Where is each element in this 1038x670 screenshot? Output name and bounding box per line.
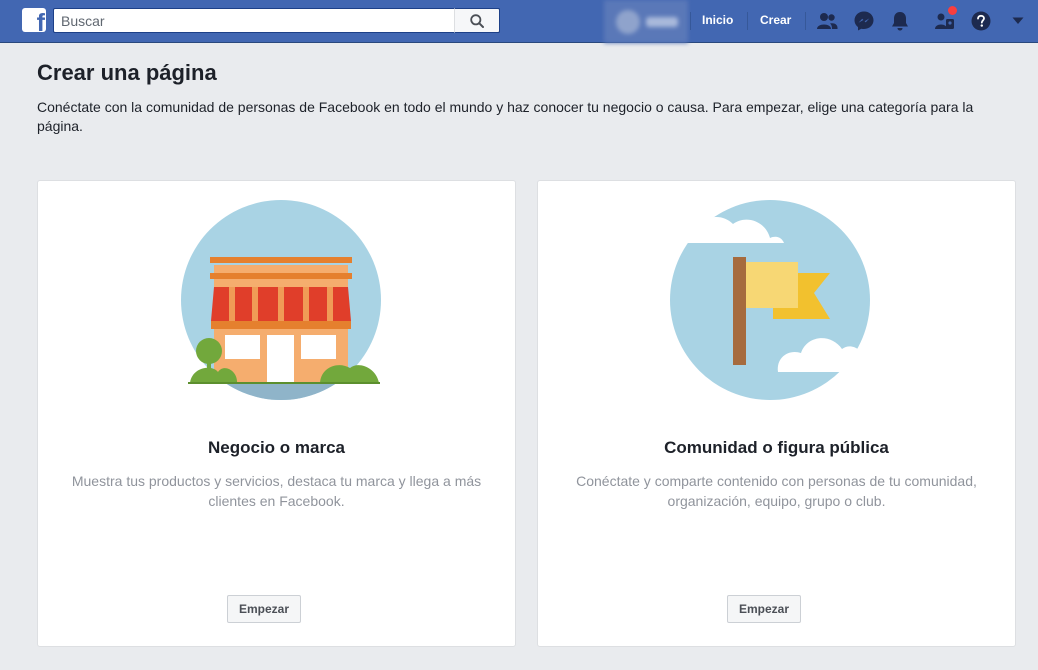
profile-link-blurred[interactable] <box>604 0 688 43</box>
business-card-title: Negocio o marca <box>208 438 345 457</box>
business-brand-card[interactable]: Negocio o marca Muestra tus productos y … <box>37 180 516 647</box>
top-navigation-bar: f Inicio Crear <box>0 0 1038 43</box>
search-icon <box>470 13 484 28</box>
notification-badge <box>948 6 957 15</box>
community-start-button[interactable]: Empezar <box>727 595 802 623</box>
business-card-description: Muestra tus productos y servicios, desta… <box>71 473 482 509</box>
page-title: Crear una página <box>37 60 217 85</box>
nav-divider <box>690 12 691 30</box>
business-start-button[interactable]: Empezar <box>227 595 302 623</box>
profile-name-redacted <box>646 17 678 27</box>
groups-icon[interactable] <box>933 6 957 33</box>
home-link[interactable]: Inicio <box>702 13 733 27</box>
search-input[interactable] <box>54 9 454 32</box>
help-icon[interactable] <box>969 9 993 33</box>
logo-letter: f <box>36 9 45 33</box>
search-box <box>53 8 500 33</box>
community-card-title: Comunidad o figura pública <box>664 438 889 457</box>
nav-divider <box>805 12 806 30</box>
dropdown-icon[interactable] <box>1006 9 1030 33</box>
avatar <box>616 10 640 34</box>
messenger-icon[interactable] <box>852 9 876 33</box>
community-public-figure-card[interactable]: Comunidad o figura pública Conéctate y c… <box>537 180 1016 647</box>
notifications-icon[interactable] <box>888 9 912 33</box>
flag-illustration <box>670 200 883 400</box>
friends-icon[interactable] <box>815 9 839 33</box>
storefront-illustration <box>181 200 381 400</box>
create-link[interactable]: Crear <box>760 13 791 27</box>
search-button[interactable] <box>454 8 500 33</box>
community-card-description: Conéctate y comparte contenido con perso… <box>576 473 977 509</box>
facebook-logo-icon[interactable]: f <box>22 8 46 32</box>
nav-divider <box>747 12 748 30</box>
page-description: Conéctate con la comunidad de personas d… <box>37 99 974 134</box>
